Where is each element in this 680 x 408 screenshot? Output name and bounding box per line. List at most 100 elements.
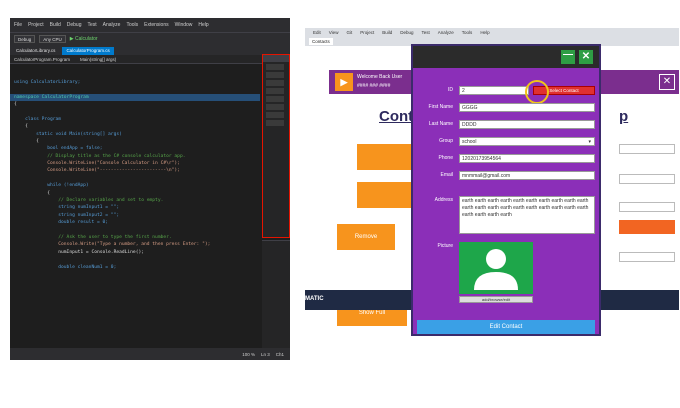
address-field[interactable]: earth earth earth earth earth earth eart…	[459, 196, 595, 234]
contact-picture[interactable]	[459, 242, 533, 294]
start-debug-button[interactable]: ▶ Calculator	[70, 36, 98, 42]
tree-item[interactable]	[266, 72, 284, 78]
first-name-field[interactable]: GGGG	[459, 103, 595, 112]
vs-menu-window[interactable]: Window	[175, 22, 193, 28]
platform-dropdown[interactable]: Any CPU	[39, 35, 66, 43]
host-menu-test[interactable]: Test	[422, 30, 430, 35]
main-right-field[interactable]	[619, 144, 675, 154]
main-right-field[interactable]	[619, 174, 675, 184]
nav-member-dropdown[interactable]: Main(string[] args)	[80, 57, 116, 62]
taskbar-text: MATIC	[305, 296, 324, 302]
vs-menu-analyze[interactable]: Analyze	[103, 22, 121, 28]
vs-toolbar: Debug Any CPU ▶ Calculator	[10, 32, 290, 45]
main-right-button[interactable]	[619, 220, 675, 234]
code-line: using CalculatorLibrary;	[14, 79, 81, 85]
vs-menu-extensions[interactable]: Extensions	[144, 22, 168, 28]
config-dropdown[interactable]: Debug	[14, 35, 36, 43]
tree-item[interactable]	[266, 80, 284, 86]
host-tab-contacts[interactable]: Contacts	[309, 38, 333, 45]
vs-menu-file[interactable]: File	[14, 22, 22, 28]
code-line: // Declare variables and set to empty.	[14, 198, 164, 204]
solution-explorer-panel[interactable]	[262, 54, 290, 238]
code-line: numInput1 = Console.ReadLine();	[14, 249, 144, 255]
host-menu-analyze[interactable]: Analyze	[438, 30, 454, 35]
edit-contact-button-main[interactable]	[357, 182, 411, 208]
host-menu-tools[interactable]: Tools	[462, 30, 473, 35]
email-field[interactable]: mnmmail@gmail.com	[459, 171, 595, 180]
host-menu: Edit View Git Project Build Debug Test A…	[305, 28, 679, 35]
app-logo: ▶	[335, 73, 353, 91]
vs-navigation-bar: CalculatorProgram.Program Main(string[] …	[10, 55, 290, 64]
code-line: class Program	[14, 116, 62, 122]
tree-item[interactable]	[266, 120, 284, 126]
code-line: bool endApp = false;	[14, 146, 103, 152]
group-select[interactable]: school ▾	[459, 137, 595, 146]
add-contact-button[interactable]	[357, 144, 411, 170]
code-line: {	[14, 138, 39, 144]
code-line: // Ask the user to type the first number…	[14, 234, 172, 240]
vs-tab-strip: CalculatorLibrary.cs CalculatorProgram.c…	[10, 45, 290, 55]
phone-label: Phone	[438, 155, 453, 161]
status-column: Ch1	[275, 351, 284, 357]
vs-menu-test[interactable]: Test	[87, 22, 96, 28]
host-menu-help[interactable]: Help	[480, 30, 489, 35]
host-menu-project[interactable]: Project	[360, 30, 374, 35]
main-right-field[interactable]	[619, 202, 675, 212]
tab-calculator-library[interactable]: CalculatorLibrary.cs	[12, 47, 59, 55]
tree-item[interactable]	[266, 112, 284, 118]
tree-item[interactable]	[266, 64, 284, 70]
host-menu-git[interactable]: Git	[346, 30, 352, 35]
group-label: Group	[439, 138, 453, 144]
contacts-app-screenshot: Edit View Git Project Build Debug Test A…	[305, 28, 679, 348]
code-line: Console.WriteLine("Console Calculator in…	[14, 161, 180, 167]
remove-button[interactable]: Remove	[337, 224, 395, 250]
start-debug-label: Calculator	[75, 36, 98, 42]
code-line: Console.Write("Type a number, and then p…	[14, 242, 211, 248]
status-line: Ln 3	[260, 351, 270, 357]
code-editor[interactable]: using CalculatorLibrary; namespace Calcu…	[10, 64, 260, 348]
tab-calculator-program[interactable]: CalculatorProgram.cs	[62, 47, 114, 55]
host-menu-view[interactable]: View	[329, 30, 339, 35]
code-line: {	[14, 190, 50, 196]
phone-field[interactable]: 12020173954564	[459, 154, 595, 163]
edit-contact-button[interactable]: Edit Contact	[417, 320, 595, 334]
chevron-down-icon: ▾	[588, 139, 591, 145]
code-line: {	[14, 124, 28, 130]
host-menu-debug[interactable]: Debug	[400, 30, 413, 35]
vs-status-bar: 100 % Ln 3 Ch1	[10, 348, 290, 360]
host-tabs: Contacts	[309, 38, 333, 45]
dialog-close-button[interactable]: ✕	[579, 50, 593, 64]
main-close-button[interactable]: ✕	[659, 74, 675, 90]
last-name-field[interactable]: DDDD	[459, 120, 595, 129]
cursor-highlight-ring	[525, 80, 549, 104]
main-right-field[interactable]	[619, 252, 675, 262]
picture-label: Picture	[437, 243, 453, 249]
dialog-titlebar: — ✕	[413, 46, 599, 68]
solution-explorer-title	[263, 55, 289, 62]
nav-type-dropdown[interactable]: CalculatorProgram.Program	[14, 57, 70, 62]
dialog-minimize-button[interactable]: —	[561, 50, 575, 64]
vs-menu-help[interactable]: Help	[198, 22, 208, 28]
vs-menu-project[interactable]: Project	[28, 22, 44, 28]
properties-panel[interactable]	[262, 240, 290, 348]
code-line: // Display title as the C# console calcu…	[14, 153, 186, 159]
tree-item[interactable]	[266, 88, 284, 94]
zoom-level[interactable]: 100 %	[242, 352, 255, 357]
user-id-text: #### ### ####	[357, 83, 391, 89]
id-label: ID	[448, 87, 453, 93]
tree-item[interactable]	[266, 96, 284, 102]
vs-menu-build[interactable]: Build	[50, 22, 61, 28]
host-menu-build[interactable]: Build	[382, 30, 392, 35]
code-line: {	[14, 101, 17, 107]
main-title-tail: p	[619, 108, 629, 125]
host-menu-edit[interactable]: Edit	[313, 30, 321, 35]
browse-picture-button[interactable]: add/browse/edit	[459, 296, 533, 303]
id-field[interactable]: 2	[459, 86, 529, 95]
vs-menu-tools[interactable]: Tools	[126, 22, 138, 28]
visual-studio-window: File Project Build Debug Test Analyze To…	[10, 18, 290, 360]
tree-item[interactable]	[266, 104, 284, 110]
vs-menu-debug[interactable]: Debug	[67, 22, 82, 28]
edit-contact-dialog: — ✕ ID 2 Select Contact First Name GGGG …	[411, 44, 601, 336]
